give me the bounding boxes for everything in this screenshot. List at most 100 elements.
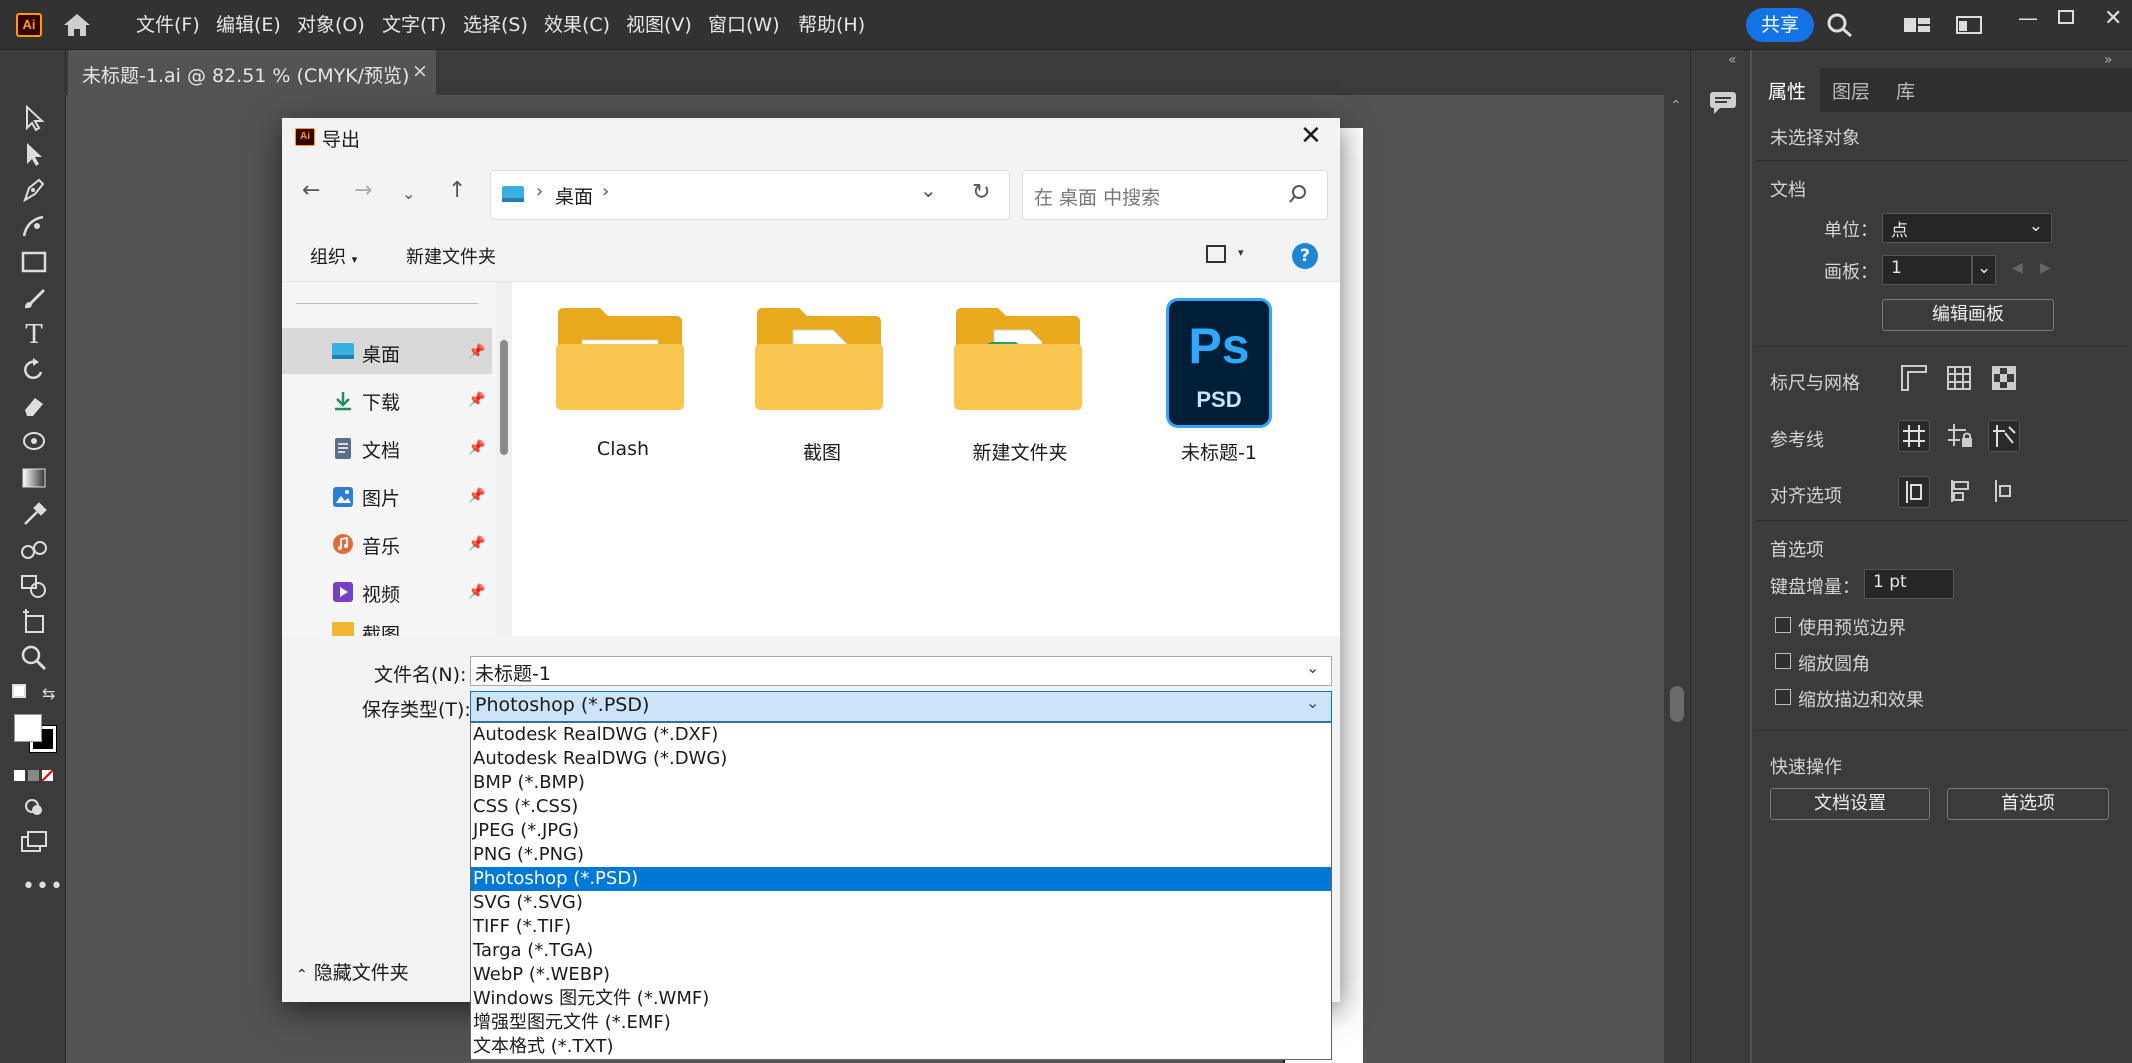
menu-object[interactable]: 对象(O) xyxy=(297,13,365,37)
grid-icon[interactable] xyxy=(1945,364,1973,392)
organize-button[interactable]: 组织 ▾ xyxy=(310,243,357,269)
draw-mode-icon[interactable] xyxy=(19,792,49,820)
use-preview-bounds-checkbox[interactable] xyxy=(1775,617,1791,633)
forward-icon[interactable]: → xyxy=(354,178,372,203)
document-tab-close-icon[interactable]: × xyxy=(412,60,428,82)
new-folder-button[interactable]: 新建文件夹 xyxy=(406,243,496,269)
menu-view[interactable]: 视图(V) xyxy=(626,13,692,37)
filetype-option[interactable]: WebP (*.WEBP) xyxy=(471,963,1331,987)
file-item-new-folder[interactable] xyxy=(950,300,1086,426)
filetype-option[interactable]: Autodesk RealDWG (*.DWG) xyxy=(471,747,1331,771)
type-tool-icon[interactable]: T xyxy=(19,320,49,350)
close-window-icon[interactable]: ✕ xyxy=(2104,6,2122,31)
keyboard-increment-field[interactable]: 1 pt xyxy=(1864,569,1954,599)
filetype-option[interactable]: TIFF (*.TIF) xyxy=(471,915,1331,939)
address-dropdown-icon[interactable]: ⌄ xyxy=(920,178,937,202)
filetype-dropdown-icon[interactable]: ⌄ xyxy=(1306,693,1319,712)
color-mode-icons[interactable] xyxy=(14,768,54,782)
lock-guides-icon[interactable] xyxy=(1944,420,1976,452)
direct-selection-tool-icon[interactable] xyxy=(19,140,49,168)
minimize-icon[interactable]: — xyxy=(2018,6,2038,30)
swap-colors-icon[interactable]: ⇆ xyxy=(42,684,55,703)
recent-locations-chevron-icon[interactable]: ⌄ xyxy=(402,184,415,203)
navigation-pane-scroll-thumb[interactable] xyxy=(500,340,508,455)
back-icon[interactable]: ← xyxy=(302,178,320,203)
artboard-chevron-icon[interactable]: ⌄ xyxy=(1972,255,1996,285)
eraser-tool-icon[interactable] xyxy=(19,392,49,420)
pen-tool-icon[interactable] xyxy=(19,176,49,204)
search-icon[interactable] xyxy=(1826,12,1854,38)
menu-help[interactable]: 帮助(H) xyxy=(798,13,865,37)
tab-libraries[interactable]: 库 xyxy=(1896,77,1915,104)
menu-select[interactable]: 选择(S) xyxy=(463,13,528,37)
menu-edit[interactable]: 编辑(E) xyxy=(216,13,281,37)
up-folder-icon[interactable]: ↑ xyxy=(448,178,466,203)
tab-properties[interactable]: 属性 xyxy=(1768,77,1806,104)
align-to-artboard-icon[interactable] xyxy=(1988,476,2020,508)
share-button[interactable]: 共享 xyxy=(1746,8,1814,42)
nav-item-screenshots[interactable]: 截图 xyxy=(282,618,496,636)
align-to-pixel-icon[interactable] xyxy=(1898,476,1930,508)
rectangle-tool-icon[interactable] xyxy=(19,248,49,276)
artboard-field[interactable]: 1 xyxy=(1882,255,1972,285)
comments-icon[interactable] xyxy=(1708,90,1738,116)
filetype-option[interactable]: 增强型图元文件 (*.EMF) xyxy=(471,1011,1331,1035)
scale-corners-checkbox[interactable] xyxy=(1775,653,1791,669)
screen-mode-icon[interactable] xyxy=(19,828,49,856)
next-artboard-icon[interactable]: ▶ xyxy=(2040,260,2051,276)
view-options-caret-icon[interactable]: ▾ xyxy=(1238,246,1244,259)
curvature-tool-icon[interactable] xyxy=(19,212,49,240)
filetype-select[interactable]: Photoshop (*.PSD) xyxy=(470,691,1332,722)
breadcrumb-chevron-icon[interactable]: › xyxy=(602,181,609,202)
hide-folders-button[interactable]: ⌃ 隐藏文件夹 xyxy=(296,958,409,985)
menu-file[interactable]: 文件(F) xyxy=(136,13,200,37)
breadcrumb-desktop[interactable]: 桌面 xyxy=(555,182,593,209)
preferences-button[interactable]: 首选项 xyxy=(1947,788,2109,820)
puppet-warp-tool-icon[interactable] xyxy=(19,428,49,456)
home-icon[interactable] xyxy=(62,12,92,38)
blend-tool-icon[interactable] xyxy=(19,536,49,564)
filetype-option[interactable]: PNG (*.PNG) xyxy=(471,843,1331,867)
scroll-up-icon[interactable]: ⌃ xyxy=(1670,98,1682,114)
show-guides-icon[interactable] xyxy=(1898,420,1930,452)
paintbrush-tool-icon[interactable] xyxy=(19,284,49,312)
collapse-panel-icon[interactable]: » xyxy=(2104,52,2113,68)
search-icon[interactable] xyxy=(1288,184,1308,204)
rotate-tool-icon[interactable] xyxy=(19,356,49,384)
workspace-switcher-icon[interactable] xyxy=(1903,12,1931,38)
menu-effect[interactable]: 效果(C) xyxy=(544,13,610,37)
expand-panels-icon[interactable]: « xyxy=(1728,52,1737,68)
document-setup-button[interactable]: 文档设置 xyxy=(1770,788,1930,820)
navigation-pane-scrollbar[interactable] xyxy=(496,282,512,636)
view-options-icon[interactable] xyxy=(1206,245,1226,263)
scale-strokes-effects-checkbox[interactable] xyxy=(1775,689,1791,705)
filename-dropdown-icon[interactable]: ⌄ xyxy=(1306,658,1319,677)
fill-color-swatch[interactable] xyxy=(14,714,42,742)
dialog-close-icon[interactable]: ✕ xyxy=(1300,121,1322,151)
filetype-option[interactable]: Autodesk RealDWG (*.DXF) xyxy=(471,723,1331,747)
filetype-option[interactable]: Windows 图元文件 (*.WMF) xyxy=(471,987,1331,1011)
menu-window[interactable]: 窗口(W) xyxy=(708,13,780,37)
filename-input[interactable]: 未标题-1 xyxy=(470,656,1332,686)
filetype-option[interactable]: 文本格式 (*.TXT) xyxy=(471,1035,1331,1059)
refresh-icon[interactable]: ↻ xyxy=(972,180,990,205)
edit-artboard-button[interactable]: 编辑画板 xyxy=(1882,299,2054,331)
artboard-tool-icon[interactable] xyxy=(19,608,49,636)
align-to-key-object-icon[interactable] xyxy=(1944,476,1976,508)
gradient-tool-icon[interactable] xyxy=(19,464,49,492)
transparency-grid-icon[interactable] xyxy=(1990,364,2018,392)
menu-type[interactable]: 文字(T) xyxy=(382,13,446,37)
selection-tool-icon[interactable] xyxy=(19,104,49,132)
more-tools-icon[interactable]: ••• xyxy=(22,874,64,899)
zoom-tool-icon[interactable] xyxy=(19,644,49,672)
tab-layers[interactable]: 图层 xyxy=(1832,77,1870,104)
canvas-vertical-scrollbar[interactable] xyxy=(1664,95,1690,1063)
eyedropper-tool-icon[interactable] xyxy=(19,500,49,528)
help-icon[interactable]: ? xyxy=(1292,243,1318,269)
file-item-clash[interactable] xyxy=(552,300,688,426)
filetype-option[interactable]: CSS (*.CSS) xyxy=(471,795,1331,819)
panel-layout-icon[interactable] xyxy=(1955,12,1983,38)
filetype-option[interactable]: JPEG (*.JPG) xyxy=(471,819,1331,843)
file-item-psd[interactable]: Ps PSD xyxy=(1166,298,1272,428)
shape-builder-tool-icon[interactable] xyxy=(19,572,49,600)
